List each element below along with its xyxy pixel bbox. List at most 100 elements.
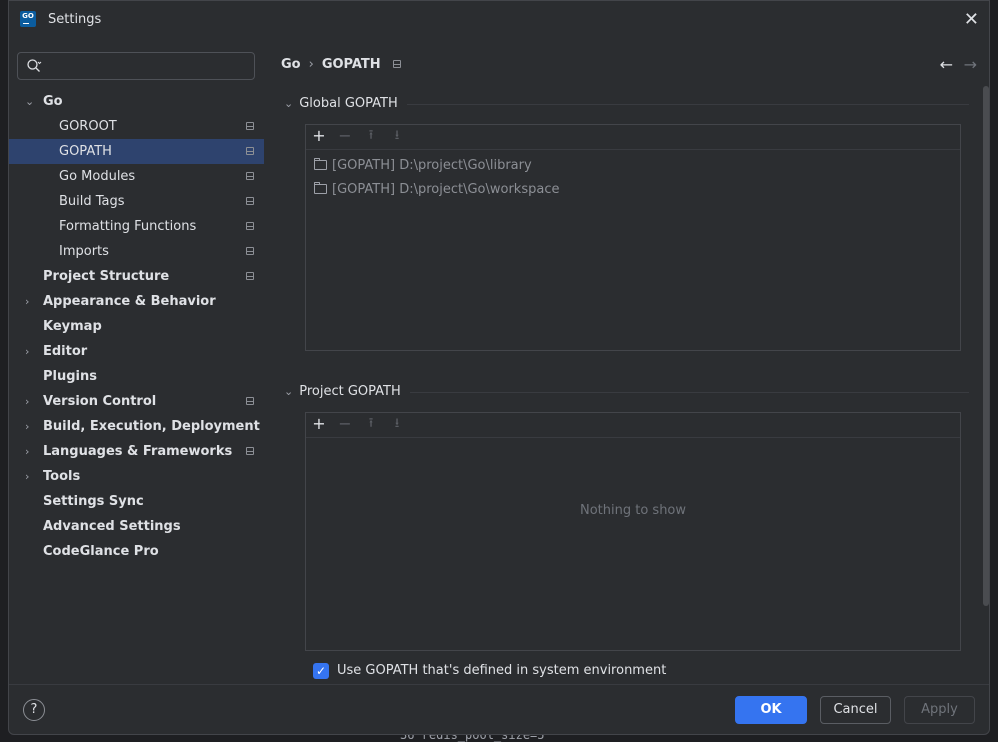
search-icon [27,59,42,72]
sidebar-item-go[interactable]: ⌄ Go [9,89,264,114]
dialog-footer: ? OK Cancel Apply [9,684,989,737]
move-up-icon: ⭱ [368,416,374,431]
apply-button: Apply [904,696,975,724]
sidebar-item-label: Imports [59,244,109,259]
title-bar: GO Settings ✕ [9,1,989,41]
sidebar-item-label: CodeGlance Pro [43,544,159,559]
move-down-icon: ⭳ [394,128,400,143]
chevron-right-icon[interactable]: › [25,339,29,364]
settings-dialog: GO Settings ✕ ⌄ Go GOROOT GOPATH Go Modules B… [8,0,990,735]
chevron-right-icon[interactable]: › [25,464,29,489]
sidebar-item-project-structure[interactable]: Project Structure [9,264,264,289]
sidebar-item-label: Editor [43,344,88,359]
gopath-entry-workspace[interactable]: [GOPATH] D:\project\Go\workspace [314,179,559,201]
breadcrumb: Go › GOPATH [281,57,401,72]
settings-sidebar: ⌄ Go GOROOT GOPATH Go Modules Build Tags Forma… [9,41,264,684]
remove-icon: − [338,414,352,433]
search-input[interactable] [17,52,255,80]
vertical-scrollbar[interactable] [983,86,989,606]
sidebar-item-label: Plugins [43,369,97,384]
sidebar-item-imports[interactable]: Imports [9,239,264,264]
cancel-button[interactable]: Cancel [820,696,891,724]
help-button[interactable]: ? [23,699,45,721]
project-gopath-toolbar: + − ⭱ ⭳ [306,413,960,438]
breadcrumb-gopath: GOPATH [321,57,381,72]
back-arrow-icon[interactable]: ← [940,55,953,74]
sidebar-item-label: Go [43,94,63,109]
section-divider [410,392,969,393]
gopath-settings-panel: Go › GOPATH ← → ⌄ Global GOPATH + − ⭱ ⭳ [GO… [264,41,991,684]
project-gopath-list: + − ⭱ ⭳ Nothing to show [305,412,961,651]
chevron-right-icon[interactable]: › [25,289,29,314]
chevron-down-icon: ⌄ [284,97,294,110]
sidebar-item-codeglance-pro[interactable]: CodeGlance Pro [9,539,264,564]
sidebar-item-label: Keymap [43,319,102,334]
project-scope-icon [246,122,254,130]
project-gopath-title: Project GOPATH [299,384,401,399]
sidebar-item-version-control[interactable]: › Version Control [9,389,264,414]
move-down-icon: ⭳ [394,416,400,431]
section-divider [407,104,969,105]
global-gopath-list: + − ⭱ ⭳ [GOPATH] D:\project\Go\library [… [305,124,961,351]
add-icon[interactable]: + [309,126,329,146]
gopath-entry-library[interactable]: [GOPATH] D:\project\Go\library [314,155,532,177]
global-gopath-toolbar: + − ⭱ ⭳ [306,125,960,150]
sidebar-item-settings-sync[interactable]: Settings Sync [9,489,264,514]
sidebar-item-label: Formatting Functions [59,219,197,234]
chevron-down-icon[interactable]: ⌄ [25,89,34,114]
project-scope-icon [246,247,254,255]
add-icon[interactable]: + [309,414,329,434]
chevron-down-icon: ⌄ [284,385,294,398]
empty-list-text: Nothing to show [579,503,687,518]
move-up-icon: ⭱ [368,128,374,143]
sidebar-item-advanced-settings[interactable]: Advanced Settings [9,514,264,539]
sidebar-item-editor[interactable]: › Editor [9,339,264,364]
use-system-gopath-checkbox[interactable]: ✓ [313,663,329,679]
goland-app-icon: GO [20,11,36,27]
project-scope-icon [392,60,401,68]
sidebar-item-tools[interactable]: › Tools [9,464,264,489]
sidebar-item-label: Languages & Frameworks [43,444,233,459]
close-icon[interactable]: ✕ [964,10,979,30]
background-editor-strip [0,0,8,742]
sidebar-item-go-modules[interactable]: Go Modules [9,164,264,189]
sidebar-item-label: Settings Sync [43,494,144,509]
sidebar-item-label: Project Structure [43,269,170,284]
project-scope-icon [246,397,254,405]
project-gopath-header[interactable]: ⌄ Project GOPATH [284,384,401,399]
sidebar-item-goroot[interactable]: GOROOT [9,114,264,139]
remove-icon: − [338,126,352,145]
forward-arrow-icon: → [963,55,977,74]
use-system-gopath-label[interactable]: Use GOPATH that's defined in system envi… [337,662,666,680]
sidebar-item-languages-and-frameworks[interactable]: › Languages & Frameworks [9,439,264,464]
sidebar-item-gopath[interactable]: GOPATH [9,139,264,164]
chevron-right-icon[interactable]: › [25,389,29,414]
chevron-right-icon[interactable]: › [25,414,29,439]
sidebar-item-label: Build Tags [59,194,125,209]
sidebar-item-appearance-and-behavior[interactable]: › Appearance & Behavior [9,289,264,314]
folder-icon [314,182,327,194]
project-scope-icon [246,172,254,180]
sidebar-item-label: GOPATH [59,144,112,159]
chevron-right-icon[interactable]: › [25,439,29,464]
sidebar-item-label: GOROOT [59,119,117,134]
sidebar-item-build-tags[interactable]: Build Tags [9,189,264,214]
sidebar-item-label: Go Modules [59,169,136,184]
sidebar-item-formatting-functions[interactable]: Formatting Functions [9,214,264,239]
breadcrumb-go[interactable]: Go [281,57,301,72]
sidebar-item-keymap[interactable]: Keymap [9,314,264,339]
sidebar-item-label: Version Control [43,394,157,409]
sidebar-item-label: Appearance & Behavior [43,294,216,309]
project-scope-icon [246,197,254,205]
sidebar-item-build-execution-deployment[interactable]: › Build, Execution, Deployment [9,414,264,439]
project-scope-icon [246,272,254,280]
sidebar-item-label: Tools [43,469,81,484]
sidebar-item-plugins[interactable]: Plugins [9,364,264,389]
settings-tree: ⌄ Go GOROOT GOPATH Go Modules Build Tags Forma… [9,89,264,564]
global-gopath-title: Global GOPATH [299,96,398,111]
ok-button[interactable]: OK [735,696,807,724]
global-gopath-header[interactable]: ⌄ Global GOPATH [284,96,398,111]
window-title: Settings [48,12,102,27]
project-scope-icon [246,222,254,230]
folder-icon [314,158,327,170]
